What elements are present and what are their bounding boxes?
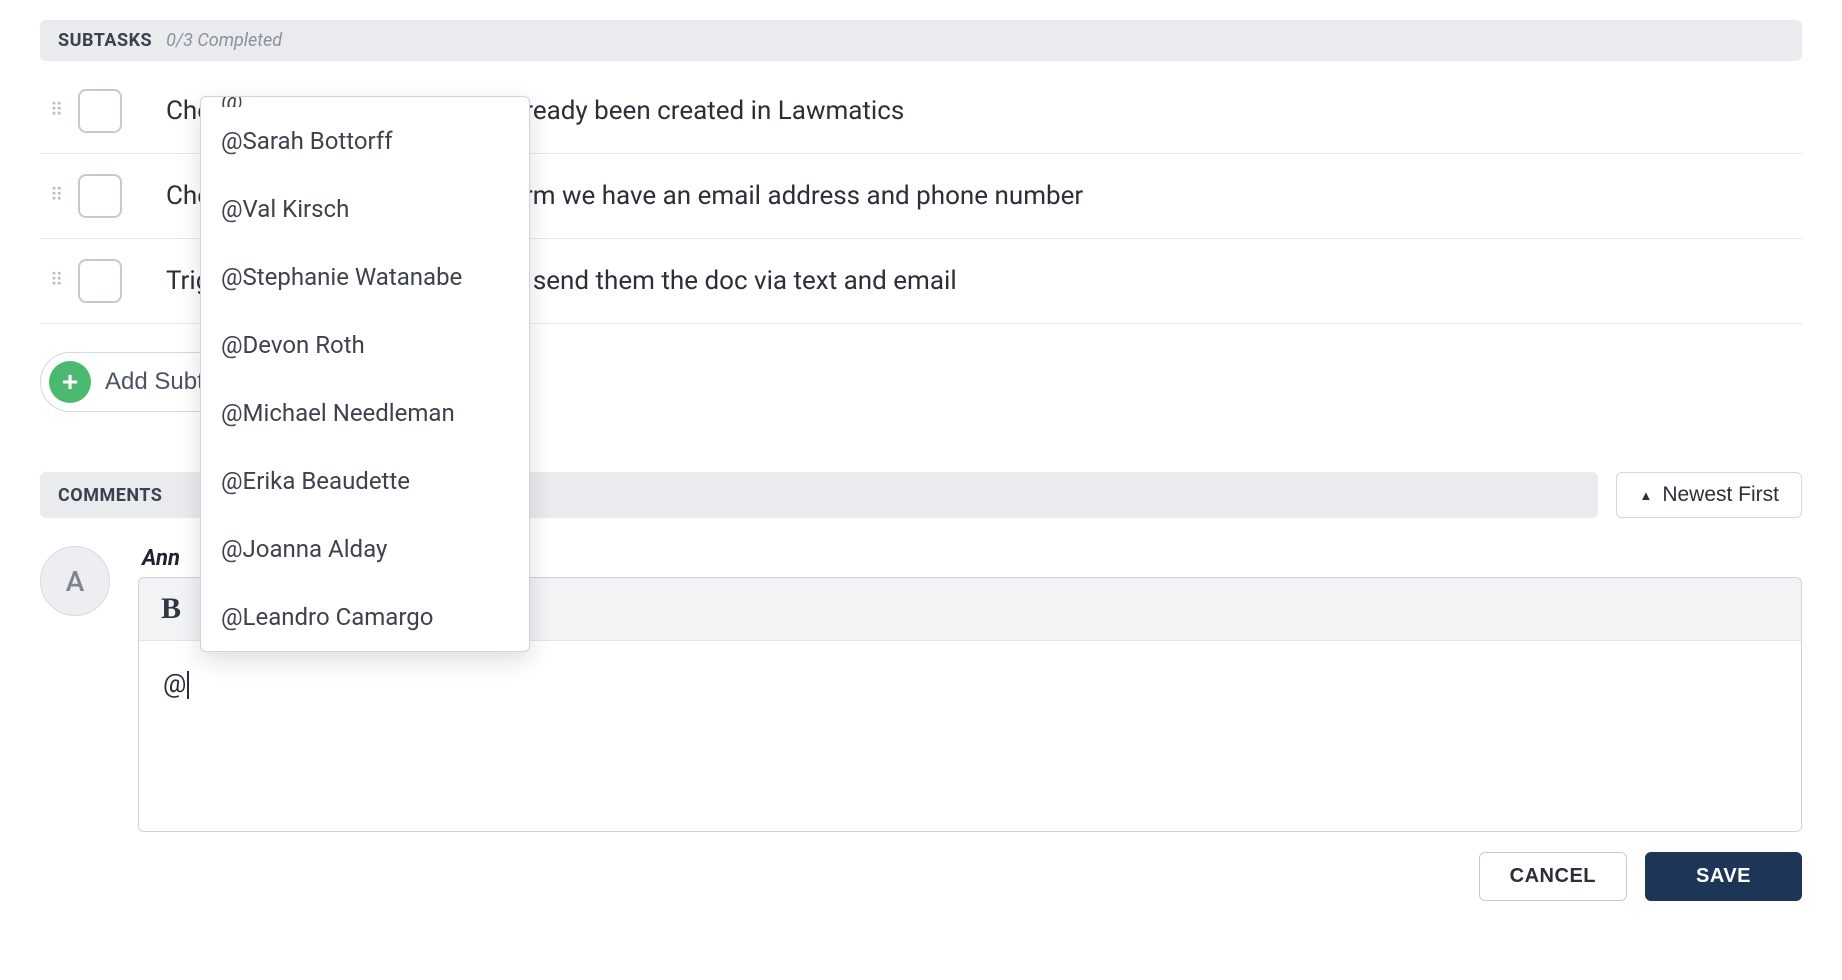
comments-sort-button[interactable]: ▲ Newest First [1616,472,1802,518]
mention-item[interactable]: @Sarah Bottorff [201,107,529,175]
mention-item[interactable]: @Joanna Alday [201,515,529,583]
mention-dropdown[interactable]: @ @Sarah Bottorff @Val Kirsch @Stephanie… [200,96,530,652]
comment-input-text: @ [163,669,186,699]
drag-handle-icon[interactable]: ⠿ [50,107,64,114]
subtasks-header: SUBTASKS 0/3 Completed [40,20,1802,61]
mention-item[interactable]: @Leandro Camargo [201,583,529,651]
mention-item[interactable]: @Stephanie Watanabe [201,243,529,311]
subtasks-progress: 0/3 Completed [166,30,282,51]
mention-scroll[interactable]: @ @Sarah Bottorff @Val Kirsch @Stephanie… [201,97,529,651]
subtask-checkbox[interactable] [78,259,122,303]
mention-item[interactable]: @Devon Roth [201,311,529,379]
comments-sort-label: Newest First [1662,483,1779,507]
drag-handle-icon[interactable]: ⠿ [50,192,64,199]
mention-header-fragment: @ [201,97,529,107]
avatar: A [40,546,110,616]
comment-input[interactable]: @ [139,641,1801,831]
drag-handle-icon[interactable]: ⠿ [50,277,64,284]
save-button[interactable]: SAVE [1645,852,1802,901]
plus-icon: + [49,361,91,403]
comments-title: COMMENTS [58,485,162,506]
mention-item[interactable]: @Val Kirsch [201,175,529,243]
avatar-initial: A [66,565,85,598]
subtasks-title: SUBTASKS [58,30,152,51]
mention-item[interactable]: @Michael Needleman [201,379,529,447]
text-cursor-icon [187,671,189,699]
caret-up-icon: ▲ [1639,488,1652,503]
subtask-checkbox[interactable] [78,174,122,218]
mention-item[interactable]: @Erika Beaudette [201,447,529,515]
subtask-checkbox[interactable] [78,89,122,133]
bold-button[interactable]: B [161,592,181,626]
cancel-button[interactable]: CANCEL [1479,852,1627,901]
